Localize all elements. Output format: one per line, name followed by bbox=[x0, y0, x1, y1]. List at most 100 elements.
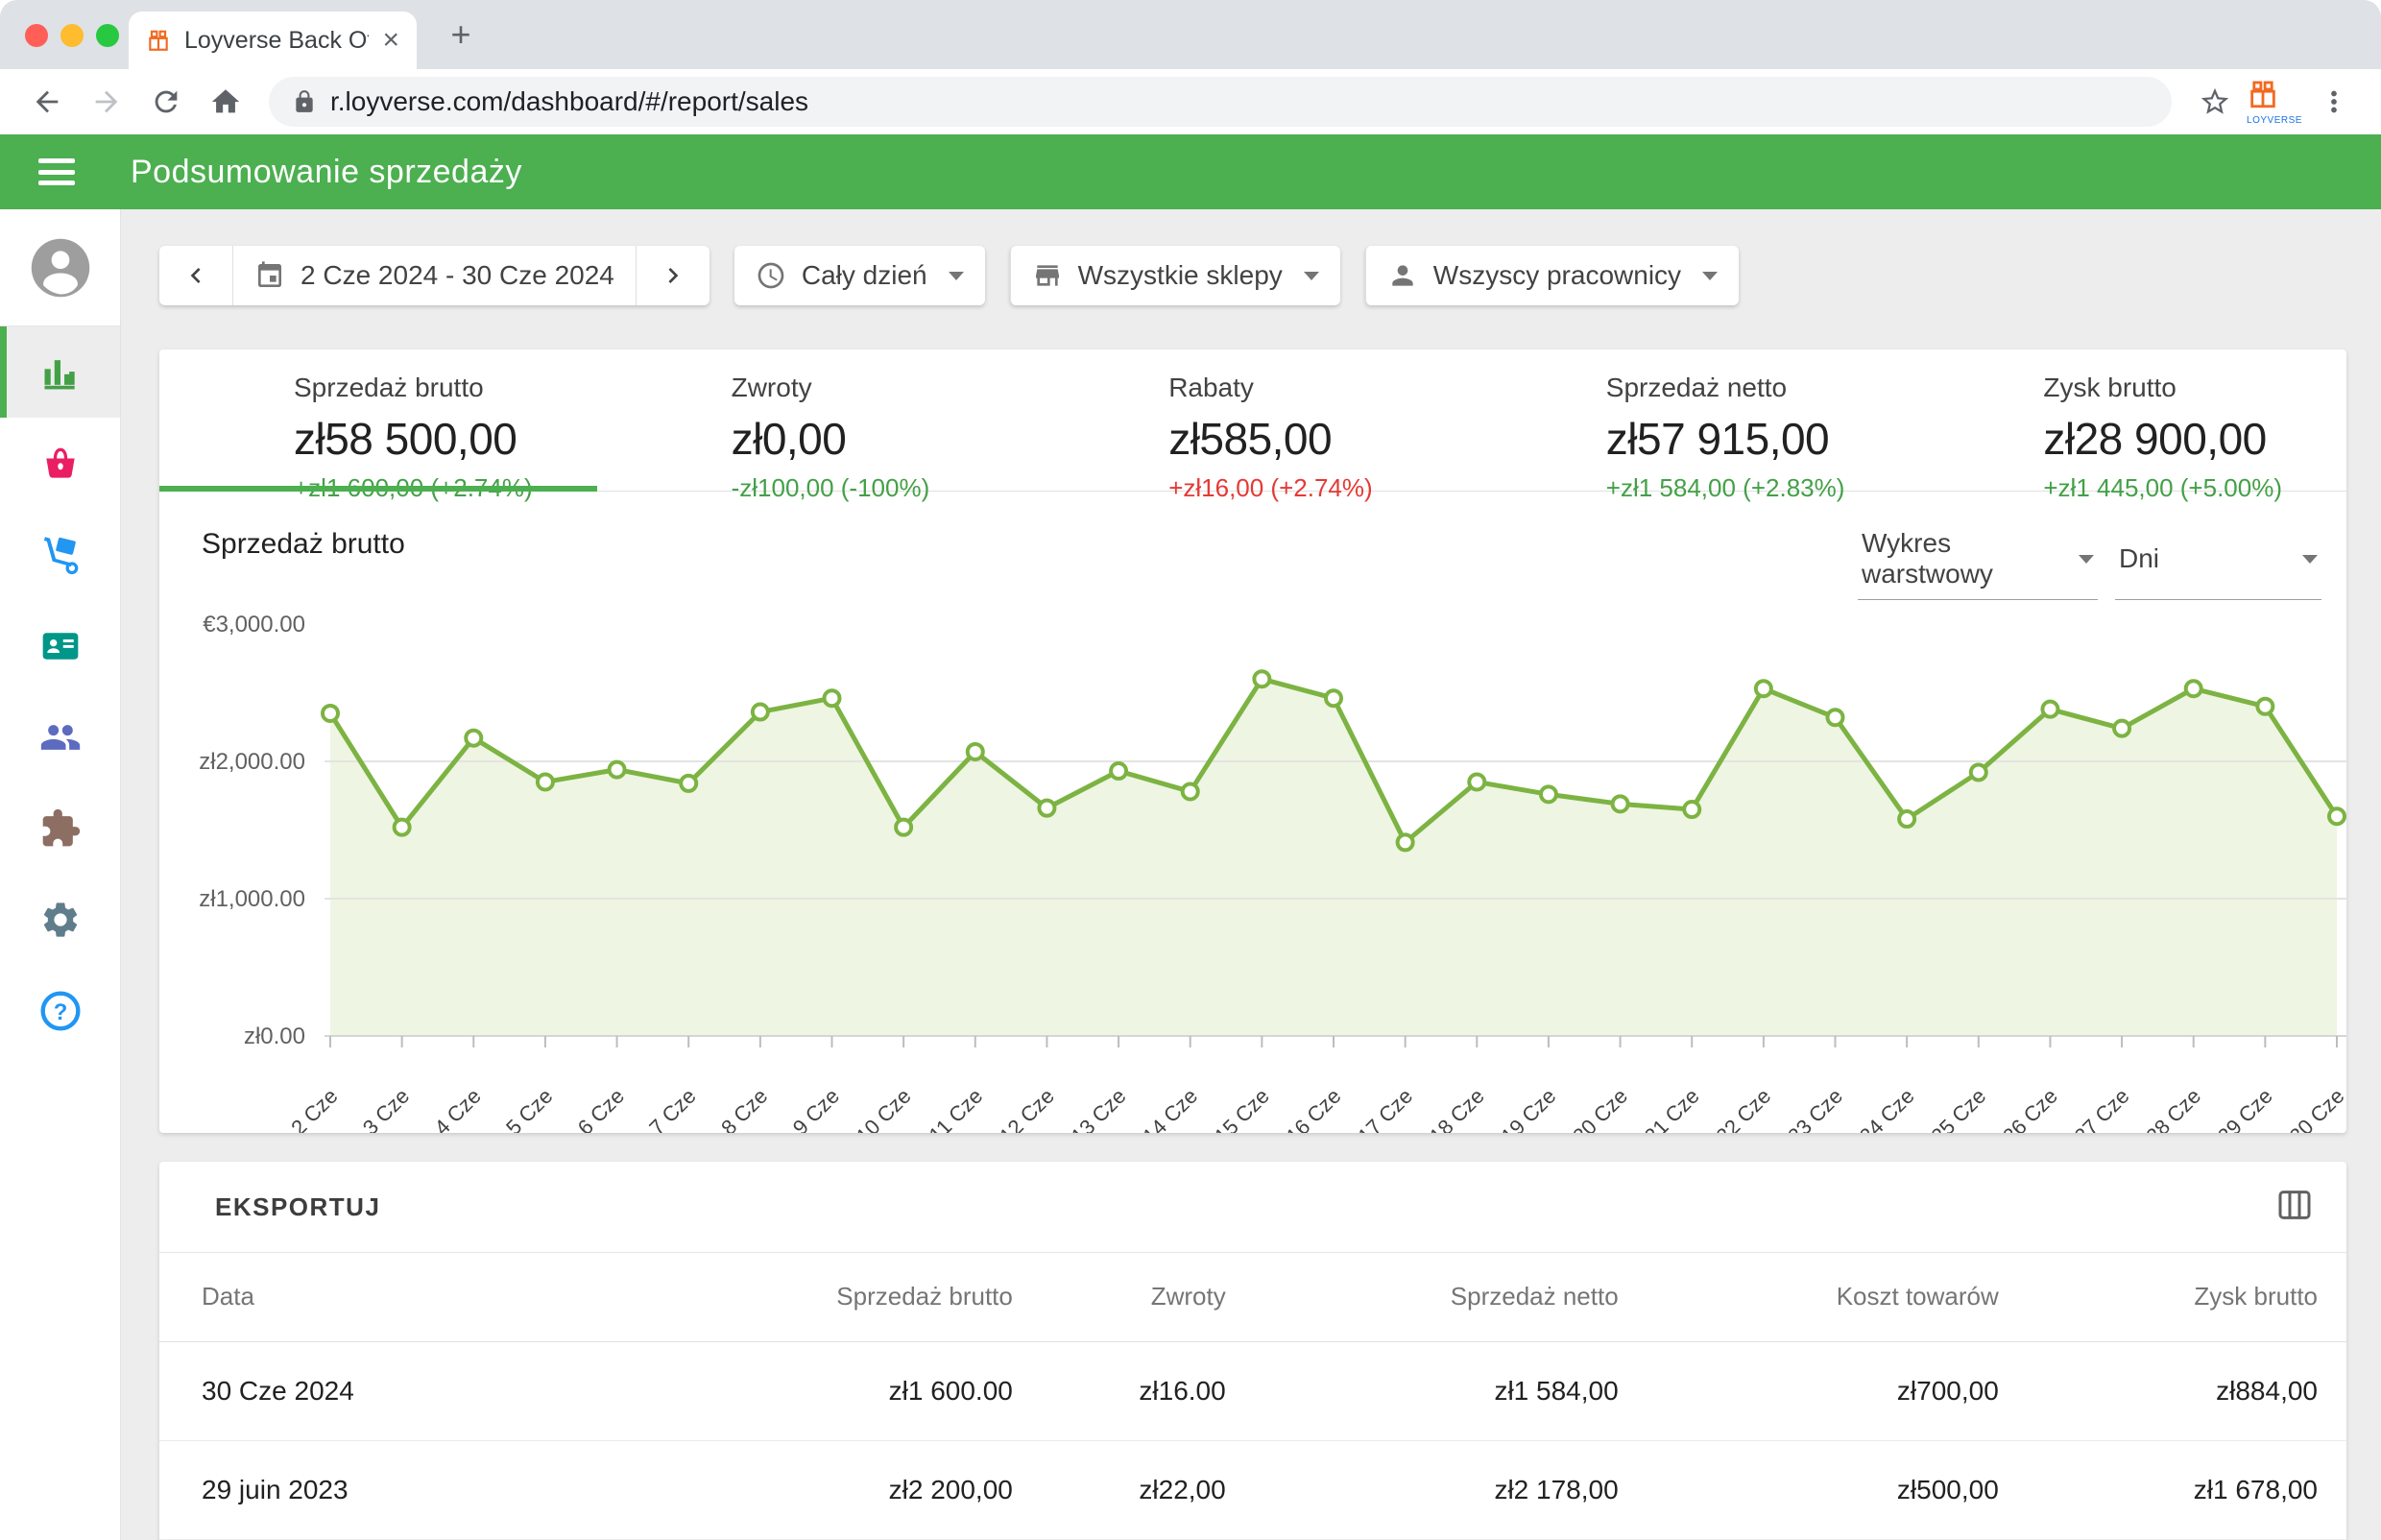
cell-gross-profit: zł884,00 bbox=[2008, 1341, 2346, 1440]
browser-tab[interactable]: Loyverse Back Office × bbox=[129, 12, 417, 69]
chart-type-select[interactable]: Wykres warstwowy bbox=[1858, 528, 2098, 600]
table-toolbar: EKSPORTUJ bbox=[159, 1162, 2346, 1253]
kpi-tab-discounts[interactable]: Rabaty zł585,00 +zł16,00 (+2.74%) bbox=[1034, 349, 1472, 491]
back-icon bbox=[31, 85, 63, 118]
cell-cost-of-goods: zł500,00 bbox=[1628, 1440, 2008, 1539]
svg-text:10 Cze: 10 Cze bbox=[852, 1084, 916, 1133]
granularity-select[interactable]: Dni bbox=[2115, 528, 2321, 600]
chart-title: Sprzedaż brutto bbox=[202, 528, 405, 561]
svg-text:14 Cze: 14 Cze bbox=[1138, 1084, 1202, 1133]
svg-text:12 Cze: 12 Cze bbox=[995, 1084, 1059, 1133]
sidebar-item-help[interactable]: ? bbox=[0, 965, 120, 1056]
sidebar-item-customers[interactable] bbox=[0, 600, 120, 691]
store-icon bbox=[1032, 260, 1063, 291]
sales-summary-card: Sprzedaż brutto zł58 500,00 +zł1 600,00 … bbox=[159, 349, 2346, 1133]
cell-net-sales: zł2 178,00 bbox=[1236, 1440, 1628, 1539]
svg-text:?: ? bbox=[53, 999, 67, 1025]
extension-caption: LOYVERSE bbox=[2247, 115, 2302, 126]
kpi-label: Sprzedaż netto bbox=[1606, 373, 1910, 403]
person-icon bbox=[1387, 260, 1418, 291]
svg-text:zł1,000.00: zł1,000.00 bbox=[199, 886, 305, 912]
stores-filter-button[interactable]: Wszystkie sklepy bbox=[1010, 246, 1340, 305]
cell-date: 29 juin 2023 bbox=[159, 1440, 612, 1539]
back-button[interactable] bbox=[21, 76, 73, 128]
help-icon: ? bbox=[39, 990, 82, 1032]
loyverse-favicon bbox=[146, 28, 171, 53]
employees-filter-button[interactable]: Wszyscy pracownicy bbox=[1365, 246, 1739, 305]
table-row[interactable]: 30 Cze 2024 zł1 600.00 zł16.00 zł1 584,0… bbox=[159, 1341, 2346, 1440]
svg-text:19 Cze: 19 Cze bbox=[1496, 1084, 1560, 1133]
bar-chart-icon bbox=[39, 351, 82, 394]
minimize-window-button[interactable] bbox=[60, 24, 84, 47]
loyverse-extension-button[interactable]: LOYVERSE bbox=[2249, 76, 2300, 128]
hamburger-menu-icon[interactable] bbox=[38, 158, 75, 185]
chevron-down-icon bbox=[1702, 272, 1718, 280]
sidebar-item-employees[interactable] bbox=[0, 691, 120, 782]
sidebar-item-profile[interactable] bbox=[0, 209, 120, 326]
col-header-net-sales: Sprzedaż netto bbox=[1236, 1253, 1628, 1341]
next-period-button[interactable] bbox=[636, 246, 709, 305]
bookmark-button[interactable] bbox=[2189, 76, 2241, 128]
kpi-delta: -zł100,00 (-100%) bbox=[732, 473, 1035, 503]
kpi-label: Rabaty bbox=[1168, 373, 1472, 403]
export-button[interactable]: EKSPORTUJ bbox=[202, 1183, 394, 1232]
tab-close-icon[interactable]: × bbox=[382, 26, 399, 55]
view-columns-icon bbox=[2275, 1186, 2314, 1224]
kpi-delta: +zł1 584,00 (+2.83%) bbox=[1606, 473, 1910, 503]
kpi-tab-gross-sales[interactable]: Sprzedaż brutto zł58 500,00 +zł1 600,00 … bbox=[159, 349, 597, 491]
address-bar[interactable]: r.loyverse.com/dashboard/#/report/sales bbox=[269, 77, 2172, 127]
svg-text:29 Cze: 29 Cze bbox=[2213, 1084, 2277, 1133]
date-range-group: 2 Cze 2024 - 30 Cze 2024 bbox=[159, 246, 709, 305]
kpi-value: zł0,00 bbox=[732, 413, 1035, 465]
chevron-down-icon bbox=[949, 272, 964, 280]
kpi-tab-net-sales[interactable]: Sprzedaż netto zł57 915,00 +zł1 584,00 (… bbox=[1472, 349, 1910, 491]
kpi-label: Zysk brutto bbox=[2043, 373, 2346, 403]
reload-button[interactable] bbox=[140, 76, 192, 128]
svg-text:17 Cze: 17 Cze bbox=[1353, 1084, 1417, 1133]
kpi-value: zł58 500,00 bbox=[294, 413, 597, 465]
table-row[interactable]: 29 juin 2023 zł2 200,00 zł22,00 zł2 178,… bbox=[159, 1440, 2346, 1539]
home-button[interactable] bbox=[200, 76, 252, 128]
col-header-date: Data bbox=[159, 1253, 612, 1341]
new-tab-button[interactable]: + bbox=[442, 15, 480, 54]
svg-text:23 Cze: 23 Cze bbox=[1783, 1084, 1847, 1133]
cell-refunds: zł22,00 bbox=[1022, 1440, 1236, 1539]
svg-text:€3,000.00: €3,000.00 bbox=[203, 612, 305, 638]
browser-menu-button[interactable] bbox=[2308, 76, 2360, 128]
svg-text:4 Cze: 4 Cze bbox=[429, 1084, 485, 1133]
active-kpi-indicator bbox=[159, 486, 597, 492]
sidebar-item-inventory[interactable] bbox=[0, 509, 120, 600]
kpi-tab-gross-profit[interactable]: Zysk brutto zł28 900,00 +zł1 445,00 (+5.… bbox=[1909, 349, 2346, 491]
svg-text:5 Cze: 5 Cze bbox=[501, 1084, 557, 1133]
cell-cost-of-goods: zł700,00 bbox=[1628, 1341, 2008, 1440]
svg-text:26 Cze: 26 Cze bbox=[1998, 1084, 2062, 1133]
chevron-right-icon bbox=[658, 260, 688, 291]
col-header-gross-profit: Zysk brutto bbox=[2008, 1253, 2346, 1341]
basket-icon bbox=[39, 443, 82, 485]
columns-button[interactable] bbox=[2275, 1186, 2314, 1229]
people-icon bbox=[39, 716, 82, 758]
gear-icon bbox=[39, 899, 82, 941]
employees-label: Wszyscy pracownicy bbox=[1433, 260, 1681, 291]
day-part-filter-button[interactable]: Cały dzień bbox=[734, 246, 985, 305]
zoom-window-button[interactable] bbox=[96, 24, 119, 47]
sidebar-item-integrations[interactable] bbox=[0, 782, 120, 874]
forward-button[interactable] bbox=[81, 76, 132, 128]
sales-area-chart[interactable]: €3,000.00zł2,000.00zł1,000.00zł0.002 Cze… bbox=[159, 610, 2346, 1133]
sidebar-item-reports[interactable] bbox=[0, 326, 120, 418]
cell-gross-sales: zł2 200,00 bbox=[612, 1440, 1022, 1539]
svg-text:3 Cze: 3 Cze bbox=[358, 1084, 414, 1133]
tab-strip: Loyverse Back Office × + bbox=[0, 0, 2381, 69]
chevron-down-icon bbox=[1304, 272, 1319, 280]
sidebar-item-items[interactable] bbox=[0, 418, 120, 509]
sidebar-item-settings[interactable] bbox=[0, 874, 120, 965]
svg-text:2 Cze: 2 Cze bbox=[286, 1084, 342, 1133]
prev-period-button[interactable] bbox=[159, 246, 232, 305]
hand-truck-icon bbox=[39, 534, 82, 576]
tab-title: Loyverse Back Office bbox=[184, 27, 369, 55]
kpi-tab-refunds[interactable]: Zwroty zł0,00 -zł100,00 (-100%) bbox=[597, 349, 1035, 491]
close-window-button[interactable] bbox=[25, 24, 48, 47]
date-range-button[interactable]: 2 Cze 2024 - 30 Cze 2024 bbox=[232, 246, 636, 305]
date-range-label: 2 Cze 2024 - 30 Cze 2024 bbox=[301, 260, 614, 291]
svg-text:22 Cze: 22 Cze bbox=[1711, 1084, 1775, 1133]
